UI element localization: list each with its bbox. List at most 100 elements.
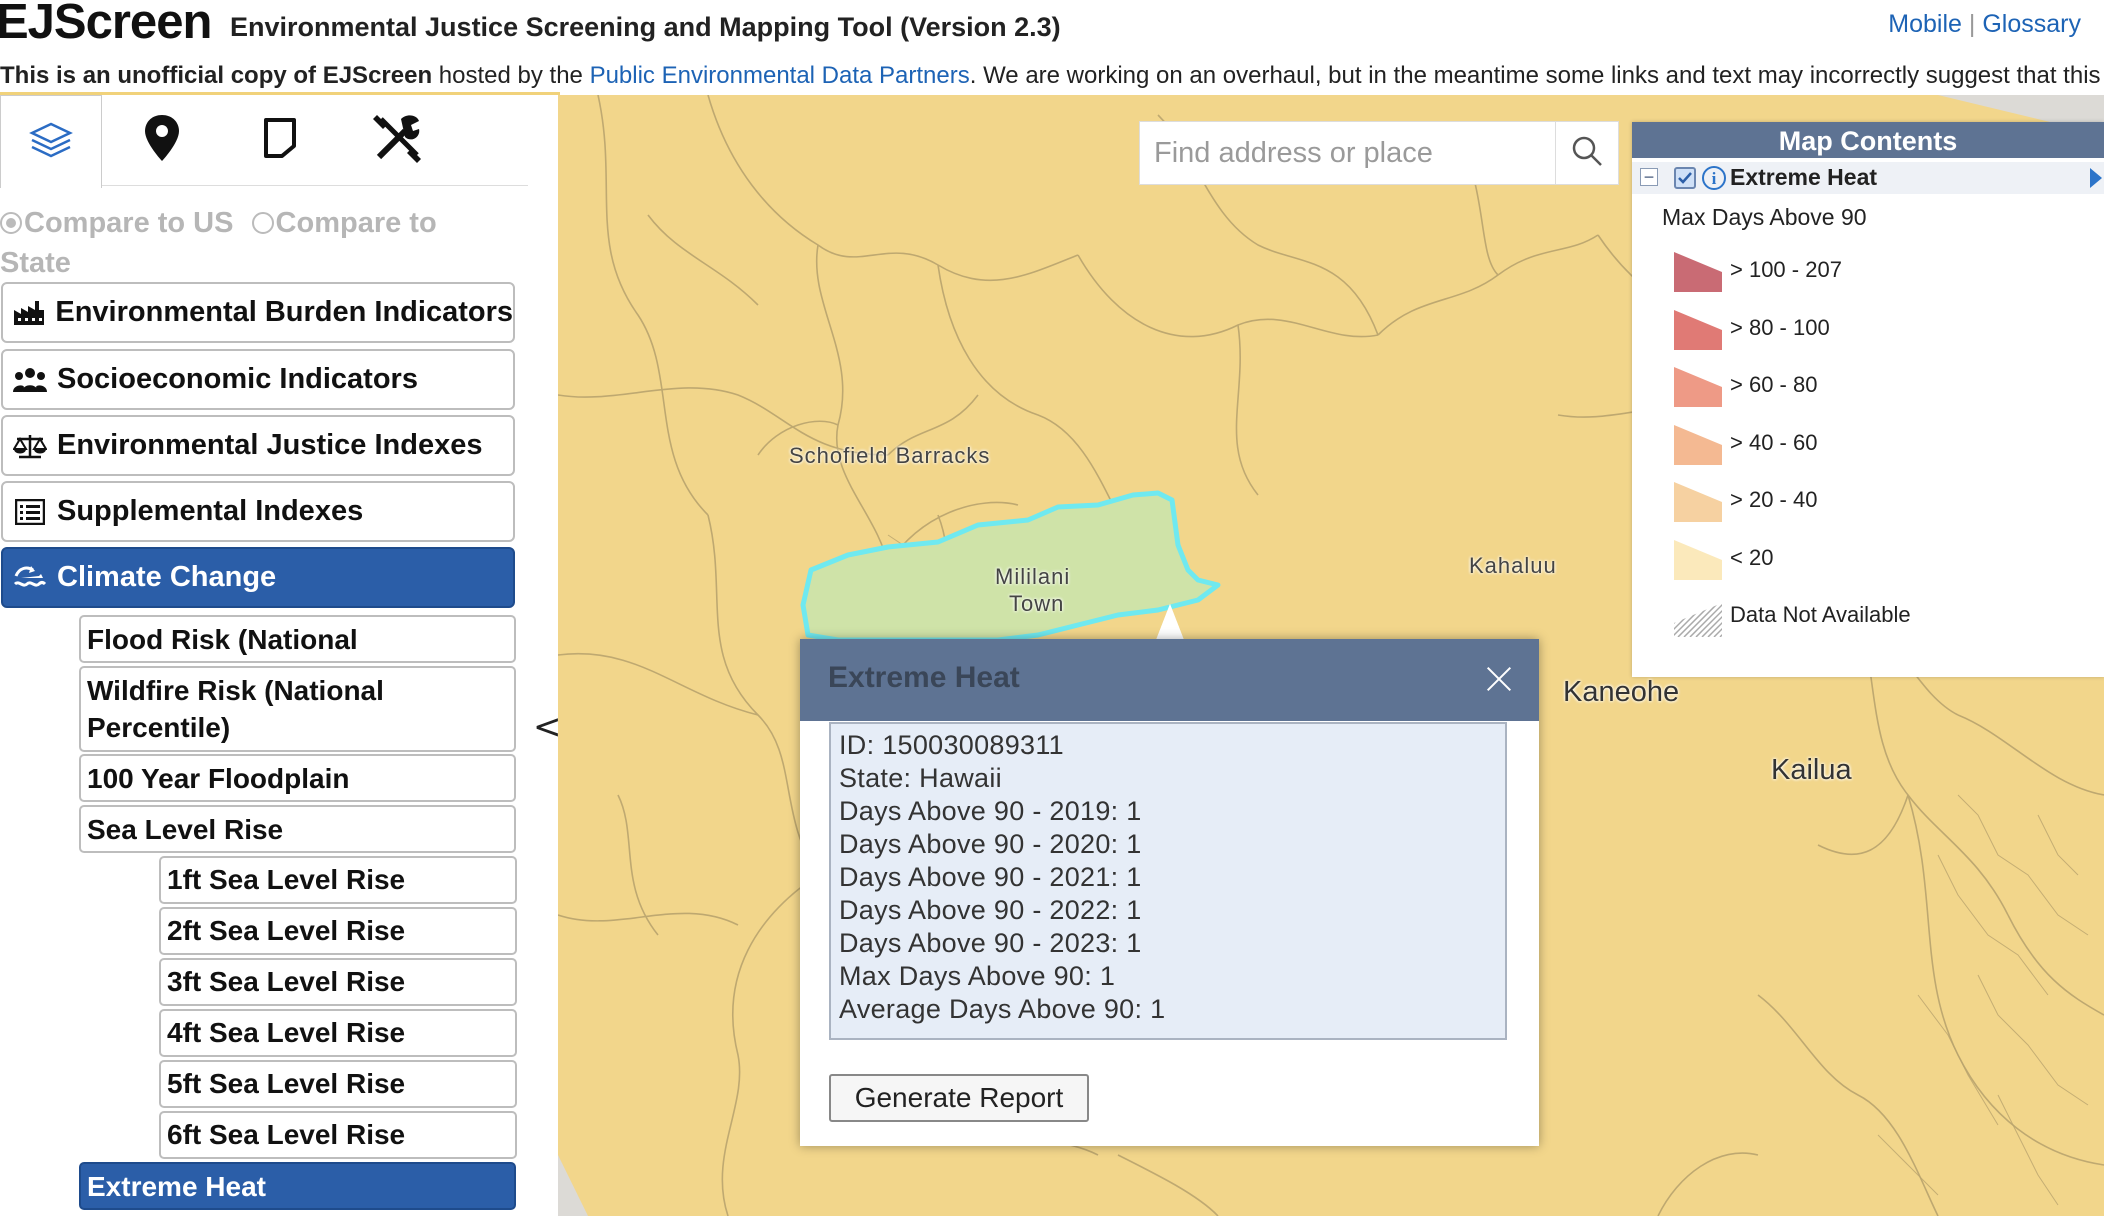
tab-layers[interactable] bbox=[0, 95, 102, 188]
notice-banner: This is an unofficial copy of EJScreen h… bbox=[0, 62, 2104, 94]
glossary-link[interactable]: Glossary bbox=[1982, 10, 2081, 38]
search-button[interactable] bbox=[1555, 122, 1618, 184]
place-label-kaneohe: Kaneohe bbox=[1563, 676, 1680, 708]
legend-class-label: Data Not Available bbox=[1730, 602, 1911, 627]
category-ej-indexes[interactable]: Environmental Justice Indexes bbox=[1, 415, 515, 476]
layer-sea-level-rise[interactable]: Sea Level Rise bbox=[79, 805, 516, 853]
banner-partner-link[interactable]: Public Environmental Data Partners bbox=[590, 62, 970, 89]
popup-title: Extreme Heat bbox=[828, 661, 1020, 694]
map-pin-icon bbox=[142, 113, 182, 168]
category-climate-change[interactable]: Climate Change bbox=[1, 547, 515, 608]
legend-swatch bbox=[1674, 309, 1722, 350]
legend-class-label: > 20 - 40 bbox=[1730, 487, 1818, 512]
layer-100-year-floodplain[interactable]: 100 Year Floodplain bbox=[79, 754, 516, 802]
app-logo[interactable]: EJScreen bbox=[0, 0, 212, 48]
info-popup: Extreme Heat ID: 150030089311 State: Hawa… bbox=[800, 639, 1539, 1146]
search-input[interactable] bbox=[1140, 122, 1558, 184]
left-panel: Compare to US Compare to State Environme… bbox=[0, 95, 558, 1216]
tab-bookmarks[interactable] bbox=[230, 95, 330, 185]
generate-report-button[interactable]: Generate Report bbox=[829, 1074, 1089, 1122]
tab-places[interactable] bbox=[112, 95, 212, 185]
category-label: Climate Change bbox=[57, 561, 277, 593]
legend-class-row: > 20 - 40 bbox=[1674, 477, 1817, 523]
top-links: Mobile | Glossary bbox=[1888, 10, 2081, 39]
layer-flood-risk[interactable]: Flood Risk (National Percentile) bbox=[79, 615, 516, 692]
place-label-kahaluu: Kahaluu bbox=[1469, 553, 1557, 578]
expand-arrow-icon[interactable] bbox=[2090, 168, 2102, 188]
category-label: Supplemental Indexes bbox=[57, 495, 364, 527]
popup-attribute-line: Average Days Above 90: 1 bbox=[839, 994, 1166, 1024]
bookmark-icon bbox=[262, 116, 298, 165]
banner-text-post: . We are working on an overhaul, but in … bbox=[969, 62, 2101, 89]
layer-extreme-heat[interactable]: Extreme Heat bbox=[79, 1162, 516, 1210]
category-supplemental[interactable]: Supplemental Indexes bbox=[1, 481, 515, 542]
panel-tabs bbox=[0, 95, 528, 188]
close-icon[interactable] bbox=[1481, 661, 1517, 697]
category-label: Environmental Justice Indexes bbox=[57, 429, 483, 461]
popup-attribute-line: Days Above 90 - 2019: 1 bbox=[839, 796, 1142, 826]
layer-4ft-sea-level-rise[interactable]: 4ft Sea Level Rise bbox=[159, 1009, 517, 1057]
legend-swatch bbox=[1674, 539, 1722, 580]
category-environmental-burden[interactable]: Environmental Burden Indicators bbox=[1, 282, 515, 343]
legend-swatch bbox=[1674, 367, 1722, 407]
legend-class-row: < 20 bbox=[1674, 535, 1773, 581]
app-subtitle: Environmental Justice Screening and Mapp… bbox=[230, 12, 1061, 42]
layers-icon bbox=[28, 120, 74, 165]
radio-compare-state[interactable] bbox=[251, 212, 274, 234]
legend-swatch bbox=[1674, 252, 1722, 292]
popup-attribute-line: Days Above 90 - 2020: 1 bbox=[839, 829, 1142, 859]
climate-icon bbox=[13, 563, 47, 593]
link-separator: | bbox=[1968, 10, 1976, 38]
popup-attribute-line: ID: 150030089311 bbox=[839, 730, 1064, 760]
factory-icon bbox=[13, 298, 45, 328]
layer-5ft-sea-level-rise[interactable]: 5ft Sea Level Rise bbox=[159, 1060, 517, 1108]
collapse-panel-button[interactable]: < bbox=[533, 707, 558, 747]
compare-us-label: Compare to US bbox=[24, 207, 234, 239]
legend-class-row: > 80 - 100 bbox=[1674, 305, 1830, 351]
layer-3ft-sea-level-rise[interactable]: 3ft Sea Level Rise bbox=[159, 958, 517, 1006]
popup-attribute-line: Days Above 90 - 2022: 1 bbox=[839, 895, 1142, 925]
popup-attribute-line: Days Above 90 - 2021: 1 bbox=[839, 862, 1142, 892]
layer-2ft-sea-level-rise[interactable]: 2ft Sea Level Rise bbox=[159, 907, 517, 955]
app-header: EJScreen Environmental Justice Screening… bbox=[0, 0, 2104, 52]
legend-swatch bbox=[1674, 424, 1722, 465]
search-icon bbox=[1571, 135, 1603, 172]
legend-class-label: > 80 - 100 bbox=[1730, 314, 1830, 340]
banner-bold-text: This is an unofficial copy of EJScreen bbox=[0, 62, 433, 89]
legend-layer-name: Extreme Heat bbox=[1730, 164, 1878, 190]
list-icon bbox=[13, 497, 47, 527]
legend-class-row: > 60 - 80 bbox=[1674, 362, 1817, 408]
category-socioeconomic[interactable]: Socioeconomic Indicators bbox=[1, 349, 515, 410]
popup-attributes: ID: 150030089311 State: Hawaii Days Above … bbox=[829, 722, 1507, 1040]
layer-info-icon[interactable]: i bbox=[1702, 166, 1726, 190]
category-label: Environmental Burden Indicators bbox=[55, 296, 513, 328]
radio-compare-us[interactable] bbox=[0, 212, 22, 234]
popup-attribute-line: State: Hawaii bbox=[839, 763, 1002, 793]
place-label-kailua: Kailua bbox=[1771, 754, 1852, 786]
people-icon bbox=[13, 365, 47, 395]
mobile-link[interactable]: Mobile bbox=[1888, 10, 1962, 38]
layer-wildfire-risk[interactable]: Wildfire Risk (National Percentile) bbox=[79, 666, 516, 752]
legend-class-row: > 100 - 207 bbox=[1674, 247, 1842, 293]
map-contents-title: Map Contents bbox=[1632, 122, 2104, 158]
map-contents-panel: Map Contents − i Extreme Heat Max Days A… bbox=[1632, 122, 2104, 677]
address-search bbox=[1139, 121, 1619, 185]
collapse-layer-icon[interactable]: − bbox=[1640, 168, 1658, 186]
legend-class-label: > 100 - 207 bbox=[1730, 257, 1842, 282]
legend-class-row: Data Not Available bbox=[1674, 592, 1911, 638]
layer-6ft-sea-level-rise[interactable]: 6ft Sea Level Rise bbox=[159, 1111, 517, 1159]
place-label-schofield: Schofield Barracks bbox=[789, 443, 991, 468]
balance-scale-icon bbox=[13, 431, 47, 461]
popup-attribute-line: Max Days Above 90: 1 bbox=[839, 961, 1116, 991]
place-label-mililani: Mililani bbox=[995, 564, 1071, 589]
legend-field-name: Max Days Above 90 bbox=[1662, 204, 1867, 230]
legend-class-label: > 60 - 80 bbox=[1730, 372, 1818, 397]
layer-1ft-sea-level-rise[interactable]: 1ft Sea Level Rise bbox=[159, 856, 517, 904]
legend-swatch bbox=[1674, 603, 1722, 637]
tab-tools[interactable] bbox=[348, 95, 448, 185]
compare-options: Compare to US Compare to State bbox=[0, 203, 470, 283]
popup-attribute-line: Days Above 90 - 2023: 1 bbox=[839, 928, 1142, 958]
place-label-mililani-town: Town bbox=[1009, 591, 1065, 616]
layer-visibility-checkbox[interactable] bbox=[1674, 167, 1696, 189]
compare-us-option[interactable]: Compare to US bbox=[0, 207, 233, 239]
